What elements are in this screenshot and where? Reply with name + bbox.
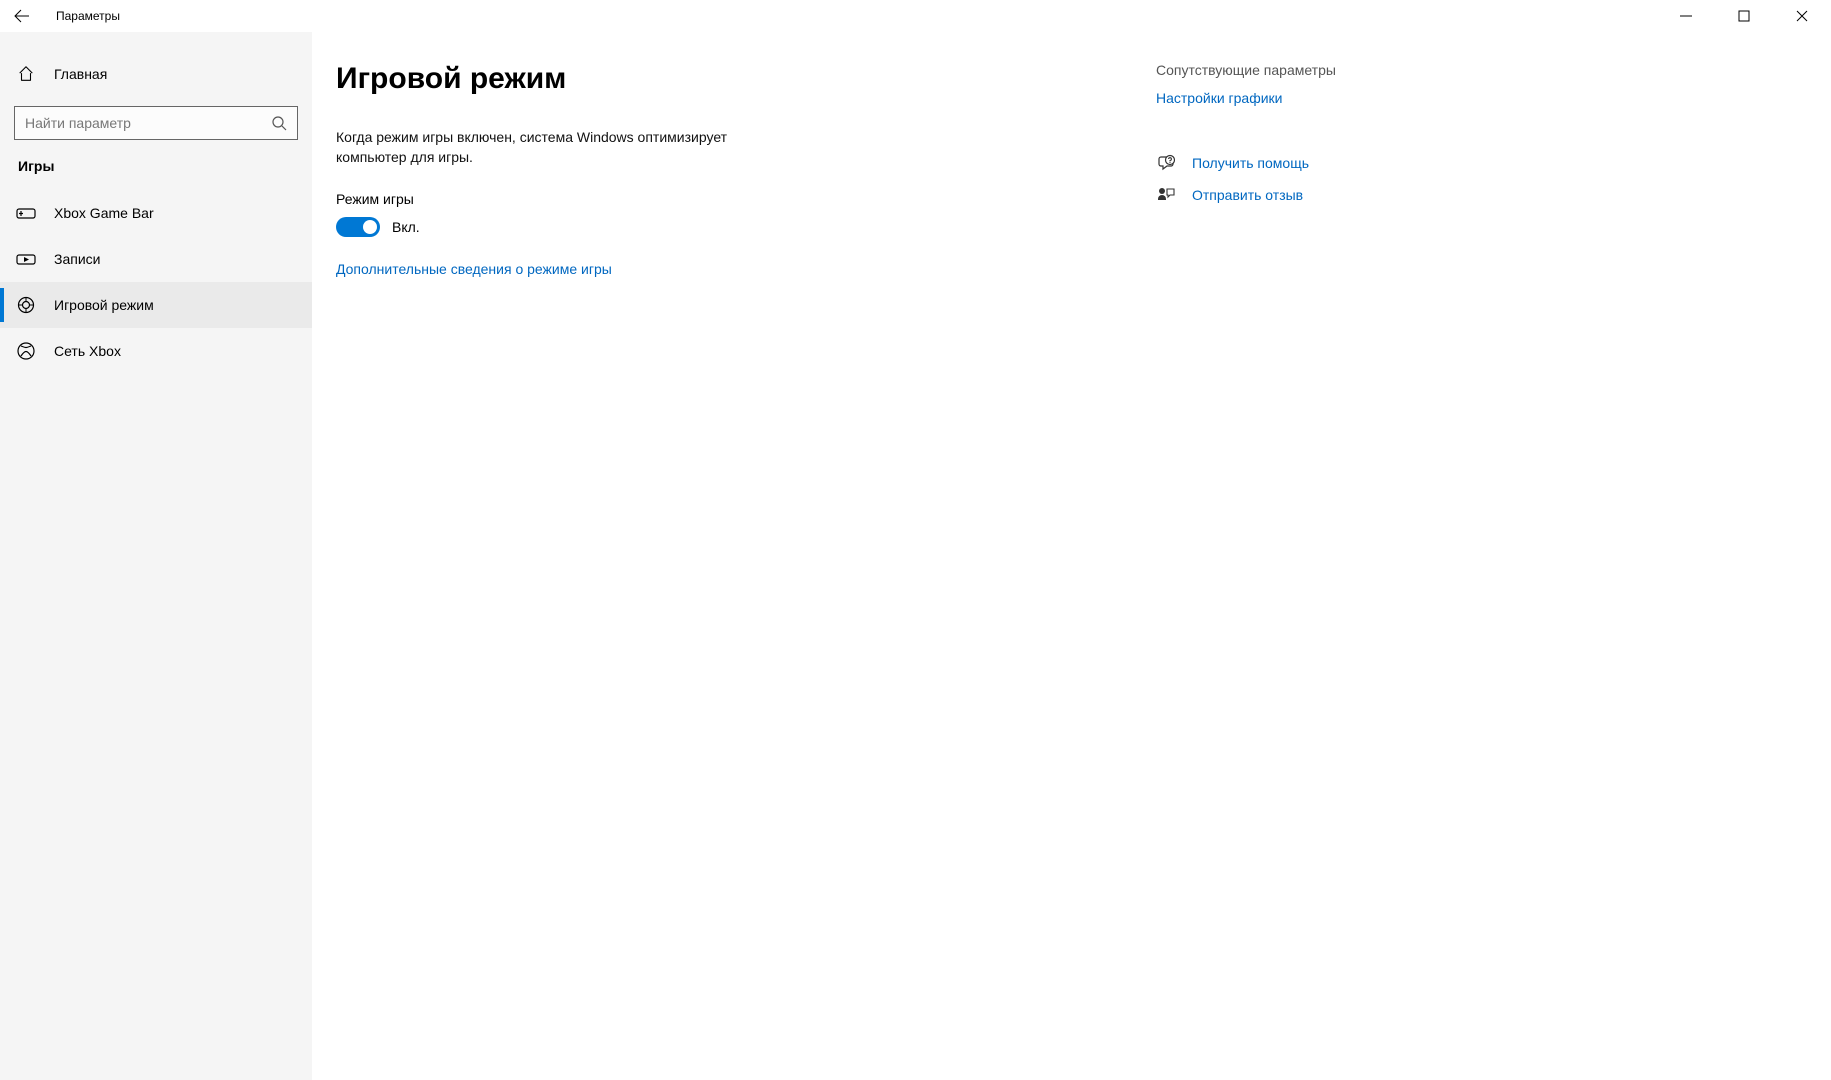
home-button[interactable]: Главная — [0, 52, 312, 96]
home-icon — [16, 65, 36, 83]
title-bar: Параметры — [0, 0, 1831, 32]
learn-more-link[interactable]: Дополнительные сведения о режиме игры — [336, 261, 612, 277]
get-help-item[interactable]: Получить помощь — [1156, 154, 1336, 172]
category-header: Игры — [0, 158, 312, 190]
feedback-icon — [1156, 186, 1176, 204]
help-icon — [1156, 154, 1176, 172]
toggle-knob — [363, 220, 377, 234]
related-column: Сопутствующие параметры Настройки график… — [1156, 62, 1336, 1080]
sidebar-item-label: Xbox Game Bar — [54, 205, 154, 221]
sidebar-item-label: Сеть Xbox — [54, 343, 121, 359]
maximize-icon — [1738, 10, 1750, 22]
search-icon — [271, 115, 287, 131]
window-controls — [1657, 0, 1831, 32]
game-mode-toggle[interactable] — [336, 217, 380, 237]
content-column: Игровой режим Когда режим игры включен, … — [336, 62, 1156, 1080]
sidebar-item-label: Игровой режим — [54, 297, 154, 313]
title-bar-left: Параметры — [6, 0, 120, 32]
sidebar-item-game-mode[interactable]: Игровой режим — [0, 282, 312, 328]
home-label: Главная — [54, 66, 107, 82]
maximize-button[interactable] — [1715, 0, 1773, 32]
sidebar-item-xbox-game-bar[interactable]: Xbox Game Bar — [0, 190, 312, 236]
main-area: Игровой режим Когда режим игры включен, … — [312, 32, 1831, 1080]
toggle-state-label: Вкл. — [392, 219, 420, 235]
page-title: Игровой режим — [336, 62, 1156, 96]
sidebar: Главная Игры Xbox Game Bar Записи — [0, 32, 312, 1080]
minimize-button[interactable] — [1657, 0, 1715, 32]
close-button[interactable] — [1773, 0, 1831, 32]
description-text: Когда режим игры включен, система Window… — [336, 128, 776, 167]
arrow-left-icon — [14, 8, 30, 24]
window-title: Параметры — [56, 9, 120, 23]
back-button[interactable] — [6, 0, 38, 32]
toggle-row: Вкл. — [336, 217, 1156, 237]
search-box[interactable] — [14, 106, 298, 140]
related-header: Сопутствующие параметры — [1156, 62, 1336, 78]
toggle-label: Режим игры — [336, 191, 1156, 207]
graphics-settings-link[interactable]: Настройки графики — [1156, 90, 1283, 106]
get-help-link[interactable]: Получить помощь — [1192, 155, 1309, 171]
feedback-link[interactable]: Отправить отзыв — [1192, 187, 1303, 203]
xbox-icon — [16, 342, 36, 360]
sidebar-item-label: Записи — [54, 251, 100, 267]
game-bar-icon — [16, 206, 36, 220]
body-area: Главная Игры Xbox Game Bar Записи — [0, 32, 1831, 1080]
captures-icon — [16, 252, 36, 266]
feedback-item[interactable]: Отправить отзыв — [1156, 186, 1336, 204]
minimize-icon — [1680, 10, 1692, 22]
search-input[interactable] — [25, 115, 271, 131]
sidebar-item-xbox-networking[interactable]: Сеть Xbox — [0, 328, 312, 374]
sidebar-item-captures[interactable]: Записи — [0, 236, 312, 282]
close-icon — [1796, 10, 1808, 22]
game-mode-icon — [16, 296, 36, 314]
